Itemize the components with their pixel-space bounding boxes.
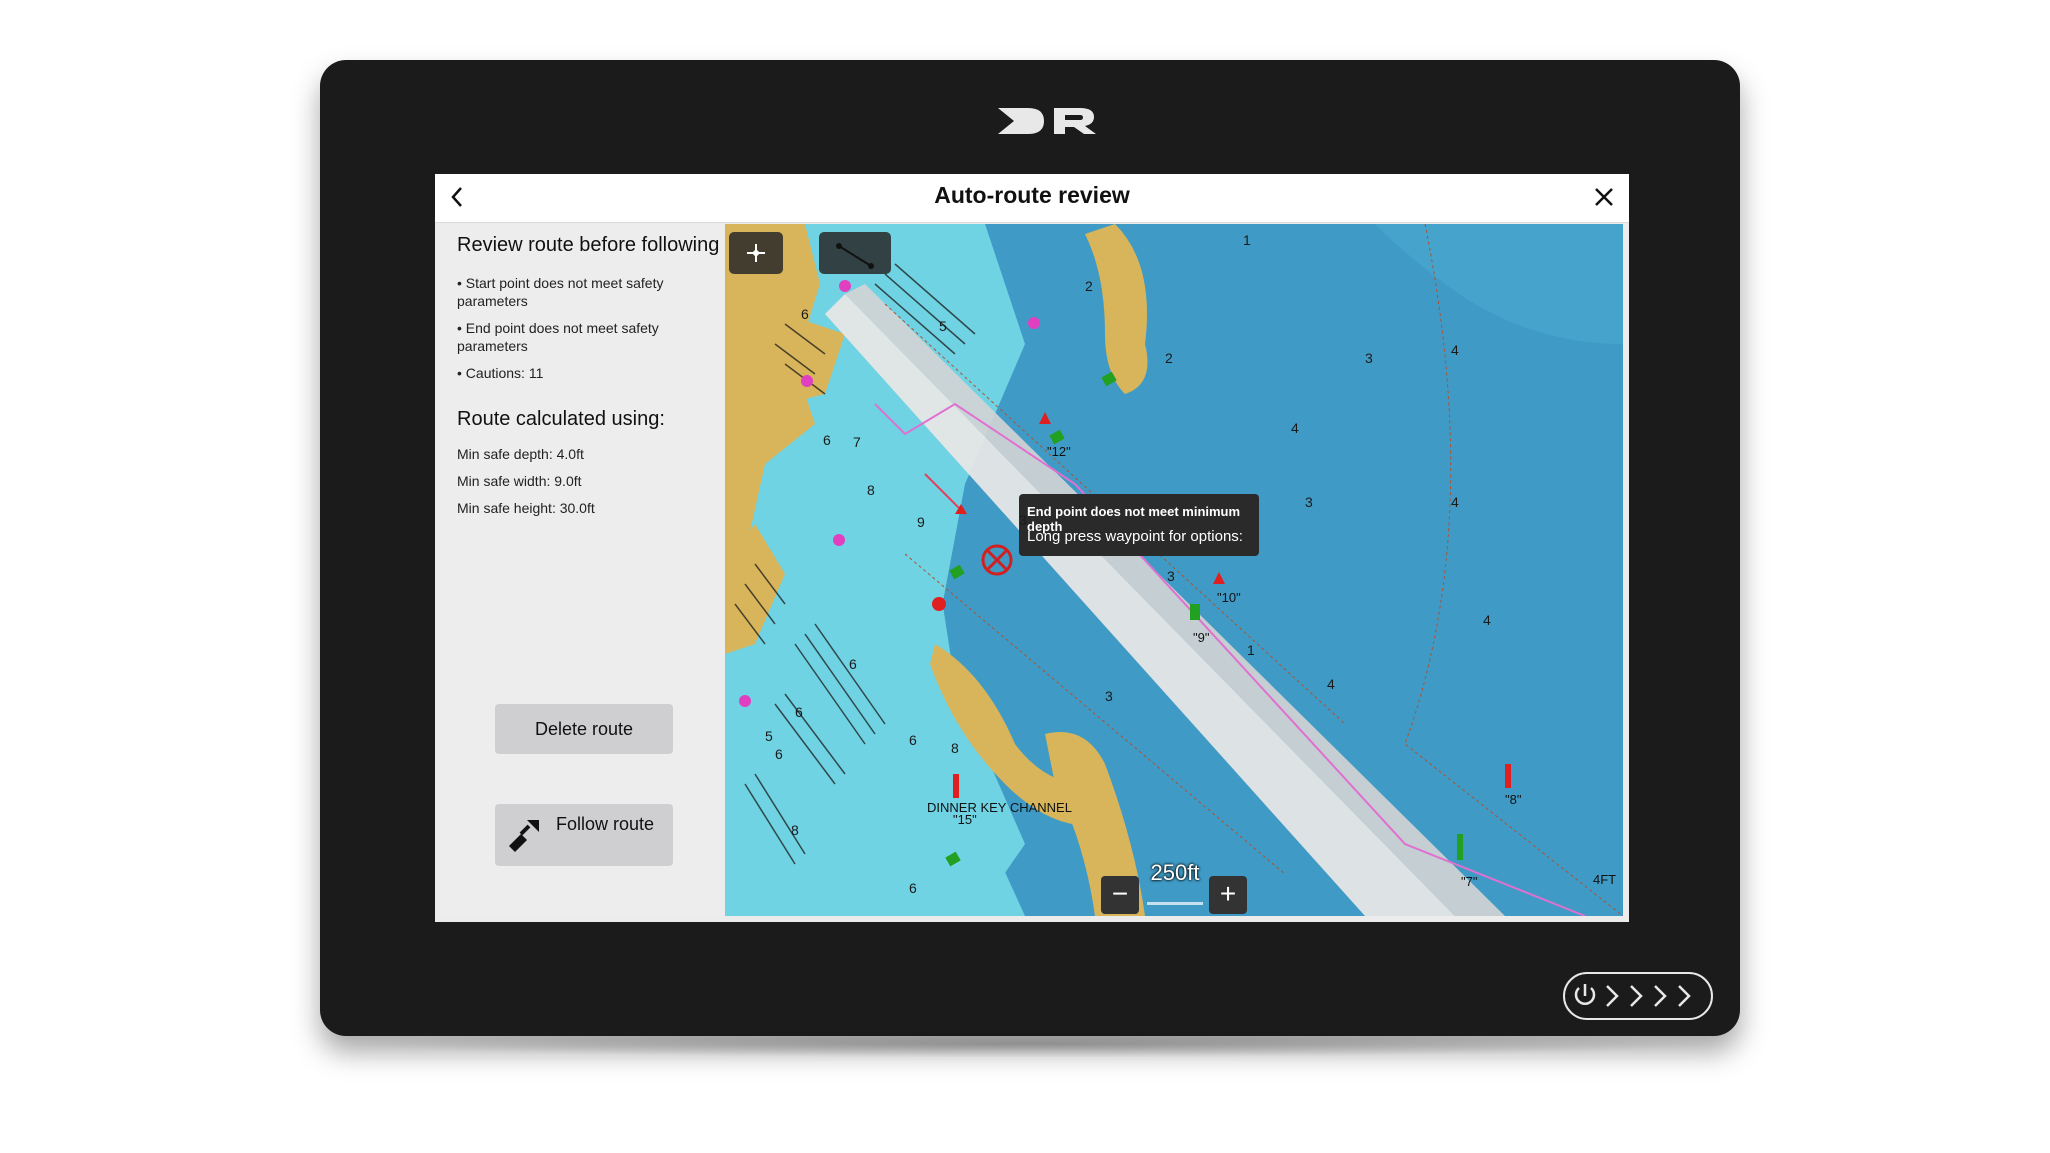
depth-sounding: 6 bbox=[909, 880, 917, 896]
depth-sounding: 1 bbox=[1247, 642, 1255, 658]
follow-route-button[interactable]: Follow route bbox=[495, 804, 673, 866]
param-height: Min safe height: 30.0ft bbox=[457, 500, 595, 516]
bezel-shadow bbox=[340, 1030, 1720, 1058]
depth-sounding: 3 bbox=[1105, 688, 1113, 704]
depth-sounding: 2 bbox=[1165, 350, 1173, 366]
depth-units-label: 4FT bbox=[1593, 872, 1617, 887]
param-width: Min safe width: 9.0ft bbox=[457, 473, 582, 489]
scale-bar bbox=[1147, 902, 1203, 905]
depth-sounding: 4 bbox=[1451, 494, 1459, 510]
depth-sounding: 6 bbox=[775, 746, 783, 762]
depth-sounding: 3 bbox=[1167, 568, 1175, 584]
depth-sounding: 3 bbox=[1305, 494, 1313, 510]
review-heading: Review route before following bbox=[457, 234, 720, 256]
depth-sounding: 7 bbox=[853, 434, 861, 450]
zoom-in-button[interactable]: + bbox=[1209, 876, 1247, 914]
title-bar: Auto-route review bbox=[435, 174, 1629, 223]
warning-start-point: • Start point does not meet safety param… bbox=[457, 275, 664, 309]
center-position-button[interactable] bbox=[729, 232, 783, 274]
review-panel: Review route before following • Start po… bbox=[441, 224, 724, 916]
marker-label: "9" bbox=[1193, 630, 1210, 645]
delete-route-button[interactable]: Delete route bbox=[495, 704, 673, 754]
depth-sounding: 8 bbox=[791, 822, 799, 838]
follow-route-icon bbox=[509, 820, 539, 852]
depth-sounding: 3 bbox=[1019, 512, 1027, 528]
depth-sounding: 2 bbox=[1085, 278, 1093, 294]
channel-label: DINNER KEY CHANNEL bbox=[927, 800, 1072, 815]
depth-sounding: 8 bbox=[951, 740, 959, 756]
depth-sounding: 6 bbox=[823, 432, 831, 448]
depth-sounding: 3 bbox=[1365, 350, 1373, 366]
marker-label: "12" bbox=[1047, 444, 1071, 459]
map-scale: 250ft bbox=[1150, 860, 1200, 885]
depth-sounding: 6 bbox=[849, 656, 857, 672]
depth-sounding: 5 bbox=[939, 318, 947, 334]
depth-sounding: 6 bbox=[801, 306, 809, 322]
zoom-out-button[interactable]: − bbox=[1101, 876, 1139, 914]
depth-sounding: 6 bbox=[909, 732, 917, 748]
marker-label: "8" bbox=[1505, 792, 1522, 807]
depth-sounding: 4 bbox=[1451, 342, 1459, 358]
depth-sounding: 4 bbox=[1483, 612, 1491, 628]
power-arrows-hardware-button[interactable] bbox=[1563, 972, 1713, 1020]
depth-sounding: 4 bbox=[1327, 676, 1335, 692]
depth-sounding: 9 bbox=[917, 514, 925, 530]
power-arrows-icon bbox=[1574, 984, 1691, 1007]
crosshair-icon bbox=[747, 244, 765, 262]
depth-sounding: 6 bbox=[795, 704, 803, 720]
chartplotter-screen: Auto-route review Review route before fo… bbox=[435, 174, 1629, 922]
brand-logo bbox=[998, 108, 1096, 134]
close-icon[interactable] bbox=[1589, 182, 1619, 212]
follow-route-label: Follow route bbox=[555, 814, 655, 834]
depth-sounding: 1 bbox=[1243, 232, 1251, 248]
tooltip-text: Long press waypoint for options: bbox=[1027, 528, 1243, 545]
waypoint-tooltip: End point does not meet minimum depth Lo… bbox=[1019, 494, 1259, 556]
param-depth: Min safe depth: 4.0ft bbox=[457, 446, 584, 462]
calc-heading: Route calculated using: bbox=[457, 408, 665, 430]
warning-end-point: • End point does not meet safety paramet… bbox=[457, 320, 659, 354]
marker-label: "10" bbox=[1217, 590, 1241, 605]
marker-label: "7" bbox=[1461, 874, 1478, 889]
route-icon bbox=[836, 243, 874, 269]
depth-sounding: 5 bbox=[765, 728, 773, 744]
cautions-count: • Cautions: 11 bbox=[457, 365, 544, 381]
depth-sounding: 8 bbox=[867, 482, 875, 498]
route-overview-button[interactable] bbox=[819, 232, 891, 274]
chart-map[interactable]: End point does not meet minimum depth Lo… bbox=[725, 224, 1623, 916]
depth-sounding: 4 bbox=[1291, 420, 1299, 436]
page-title: Auto-route review bbox=[934, 182, 1130, 208]
